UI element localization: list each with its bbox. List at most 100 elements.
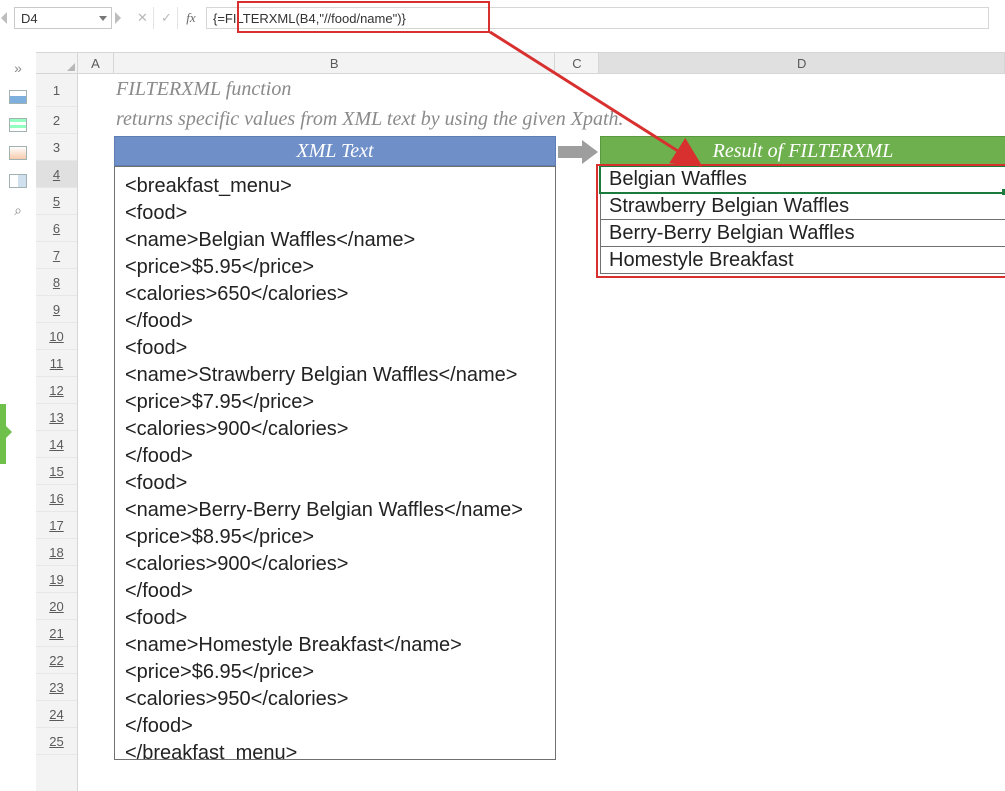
- side-tab-handle[interactable]: [0, 404, 6, 464]
- row-label: 3: [53, 140, 60, 155]
- row-header-6[interactable]: 6: [36, 215, 77, 242]
- chevron-down-icon[interactable]: [99, 16, 107, 21]
- row-header-15[interactable]: 15: [36, 458, 77, 485]
- cell-value: Berry-Berry Belgian Waffles: [609, 222, 855, 245]
- page-subtitle: returns specific values from XML text by…: [116, 108, 624, 131]
- row-label: 16: [49, 491, 63, 506]
- select-all-cell[interactable]: [36, 52, 78, 74]
- row-header-8[interactable]: 8: [36, 269, 77, 296]
- row-label: 18: [49, 545, 63, 560]
- cell-canvas[interactable]: FILTERXML function returns specific valu…: [78, 74, 1005, 791]
- result-cell-4[interactable]: Homestyle Breakfast: [600, 247, 1005, 274]
- expand-panes-icon[interactable]: »: [14, 60, 22, 76]
- column-label: D: [797, 56, 806, 71]
- row-header-16[interactable]: 16: [36, 485, 77, 512]
- column-header-B[interactable]: B: [114, 53, 556, 73]
- column-header-D[interactable]: D: [599, 53, 1005, 73]
- formula-bar-input[interactable]: {=FILTERXML(B4,"//food/name")}: [206, 7, 989, 29]
- check-icon: ✓: [161, 10, 172, 26]
- row-header-9[interactable]: 9: [36, 296, 77, 323]
- row-header-25[interactable]: 25: [36, 728, 77, 755]
- name-box[interactable]: D4: [14, 7, 112, 29]
- row-header-4[interactable]: 4: [36, 161, 77, 188]
- row-label: 9: [53, 302, 60, 317]
- find-icon[interactable]: ⌕: [14, 202, 22, 219]
- result-cell-2[interactable]: Strawberry Belgian Waffles: [600, 193, 1005, 220]
- row-label: 6: [53, 221, 60, 236]
- formula-bar-text: {=FILTERXML(B4,"//food/name")}: [213, 11, 406, 26]
- page-title: FILTERXML function: [116, 78, 291, 101]
- pane-icon-1[interactable]: [9, 90, 27, 104]
- column-label: C: [572, 56, 581, 71]
- row-header-24[interactable]: 24: [36, 701, 77, 728]
- app-frame: D4 ✕ ✓ fx {=FILTERXML(B4,"//food/name")}…: [0, 0, 1005, 791]
- row-label: 11: [50, 356, 64, 371]
- arrow-icon: [558, 140, 600, 164]
- fx-icon: fx: [186, 10, 195, 26]
- row-header-20[interactable]: 20: [36, 593, 77, 620]
- row-label: 4: [53, 167, 60, 182]
- row-header-22[interactable]: 22: [36, 647, 77, 674]
- row-label: 15: [49, 464, 63, 479]
- row-label: 1: [53, 83, 60, 98]
- navigate-left-icon[interactable]: [1, 12, 7, 24]
- cell-value: Belgian Waffles: [609, 168, 747, 191]
- cell-xml-text[interactable]: <breakfast_menu> <food> <name>Belgian Wa…: [114, 166, 556, 760]
- worksheet: A B C D 1 2 3 4 5 6 7 8 9 10 11 12 13 14…: [36, 36, 1005, 791]
- row-label: 24: [49, 707, 63, 722]
- formula-row: D4 ✕ ✓ fx {=FILTERXML(B4,"//food/name")}: [0, 6, 1005, 30]
- result-cell-3[interactable]: Berry-Berry Belgian Waffles: [600, 220, 1005, 247]
- row-header-3[interactable]: 3: [36, 134, 77, 161]
- column-headers: A B C D: [78, 52, 1005, 74]
- cancel-formula-button[interactable]: ✕: [132, 7, 154, 29]
- pane-icon-2[interactable]: [9, 118, 27, 132]
- x-icon: ✕: [137, 10, 148, 26]
- row-header-18[interactable]: 18: [36, 539, 77, 566]
- row-header-5[interactable]: 5: [36, 188, 77, 215]
- row-label: 22: [49, 653, 63, 668]
- name-box-value: D4: [21, 11, 38, 26]
- navigate-right-icon[interactable]: [115, 12, 121, 24]
- row-label: 12: [49, 383, 63, 398]
- row-label: 7: [53, 248, 60, 263]
- row-label: 17: [49, 518, 63, 533]
- row-label: 13: [49, 410, 63, 425]
- column-label: A: [91, 56, 100, 71]
- column-label: B: [330, 56, 339, 71]
- cell-value: Strawberry Belgian Waffles: [609, 195, 849, 218]
- header-label: XML Text: [296, 140, 373, 163]
- result-cell-1[interactable]: Belgian Waffles: [600, 166, 1005, 193]
- row-label: 20: [49, 599, 63, 614]
- column-header-C[interactable]: C: [555, 53, 599, 73]
- row-header-19[interactable]: 19: [36, 566, 77, 593]
- row-header-1[interactable]: 1: [36, 74, 77, 107]
- row-header-13[interactable]: 13: [36, 404, 77, 431]
- header-xml-text: XML Text: [114, 136, 556, 166]
- header-label: Result of FILTERXML: [713, 140, 894, 163]
- row-header-23[interactable]: 23: [36, 674, 77, 701]
- row-label: 25: [49, 734, 63, 749]
- row-label: 21: [49, 626, 63, 641]
- row-label: 5: [53, 194, 60, 209]
- row-label: 23: [49, 680, 63, 695]
- row-label: 19: [49, 572, 63, 587]
- row-header-21[interactable]: 21: [36, 620, 77, 647]
- row-header-11[interactable]: 11: [36, 350, 77, 377]
- row-header-7[interactable]: 7: [36, 242, 77, 269]
- row-header-12[interactable]: 12: [36, 377, 77, 404]
- enter-formula-button[interactable]: ✓: [156, 7, 178, 29]
- row-header-10[interactable]: 10: [36, 323, 77, 350]
- row-header-2[interactable]: 2: [36, 107, 77, 134]
- row-header-14[interactable]: 14: [36, 431, 77, 458]
- row-label: 14: [49, 437, 63, 452]
- header-result: Result of FILTERXML: [600, 136, 1005, 166]
- row-headers: 1 2 3 4 5 6 7 8 9 10 11 12 13 14 15 16 1…: [36, 74, 78, 791]
- cell-value: Homestyle Breakfast: [609, 249, 794, 272]
- pane-icon-3[interactable]: [9, 146, 27, 160]
- row-label: 2: [53, 113, 60, 128]
- row-label: 10: [49, 329, 63, 344]
- row-header-17[interactable]: 17: [36, 512, 77, 539]
- insert-function-button[interactable]: fx: [180, 7, 202, 29]
- column-header-A[interactable]: A: [78, 53, 114, 73]
- pane-icon-4[interactable]: [9, 174, 27, 188]
